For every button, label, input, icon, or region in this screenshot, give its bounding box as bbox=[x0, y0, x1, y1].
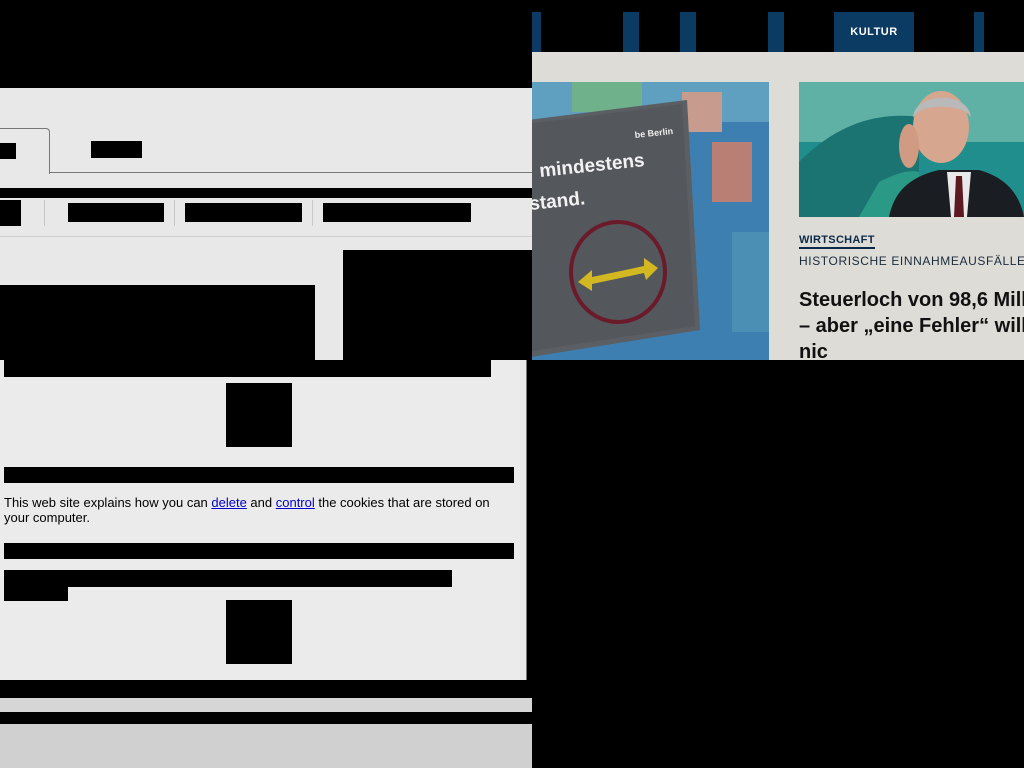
nav-item[interactable] bbox=[532, 12, 541, 52]
tab-strip-divider bbox=[50, 172, 532, 173]
status-bar bbox=[0, 724, 532, 768]
toolbar-separator bbox=[44, 200, 45, 226]
portrait-photo bbox=[799, 82, 1024, 217]
redacted-toolbar-button[interactable] bbox=[68, 203, 164, 222]
nav-item[interactable] bbox=[680, 12, 696, 52]
toolbar-separator bbox=[312, 200, 313, 226]
redacted-toolbar-button[interactable] bbox=[0, 200, 21, 226]
redacted-text-line bbox=[4, 360, 491, 377]
nav-item[interactable] bbox=[768, 12, 784, 52]
nav-item-kultur[interactable]: KULTUR bbox=[834, 12, 914, 52]
delete-cookies-link[interactable]: delete bbox=[211, 495, 246, 510]
teaser-image-portrait[interactable] bbox=[799, 82, 1024, 217]
redacted-icon bbox=[226, 383, 292, 447]
article-subkicker: HISTORISCHE EINNAHMEAUSFÄLLE bbox=[799, 254, 1024, 268]
redacted-bar bbox=[0, 188, 532, 198]
article-headline[interactable]: Steuerloch von 98,6 Milliarden – aber „e… bbox=[799, 287, 1024, 360]
redacted-tab-label bbox=[0, 143, 16, 159]
teaser-image-distance-sign[interactable]: mindestens stand. be Berlin bbox=[532, 82, 769, 360]
cookie-text-part: and bbox=[246, 495, 276, 510]
nav-item[interactable] bbox=[974, 12, 984, 52]
redacted-text-line bbox=[4, 586, 68, 601]
redacted-icon bbox=[226, 600, 292, 664]
cookie-notice-text: This web site explains how you can delet… bbox=[4, 495, 516, 525]
redacted-text-line bbox=[4, 570, 452, 587]
settings-dialog: This web site explains how you can delet… bbox=[0, 0, 532, 768]
toolbar-separator bbox=[174, 200, 175, 226]
news-page: KULTUR mindestens stand. be Berlin WIRTS… bbox=[532, 0, 1024, 360]
redacted-block bbox=[343, 250, 532, 360]
cookie-text-part: This web site explains how you can bbox=[4, 495, 212, 510]
redacted-toolbar-button[interactable] bbox=[185, 203, 302, 222]
redacted-text-line bbox=[4, 467, 514, 483]
article-kicker[interactable]: WIRTSCHAFT bbox=[799, 234, 875, 249]
distance-sign-illustration: mindestens stand. be Berlin bbox=[532, 82, 769, 360]
redacted-text-line bbox=[4, 543, 514, 559]
control-cookies-link[interactable]: control bbox=[276, 495, 315, 510]
nav-bar: KULTUR bbox=[532, 0, 1024, 52]
redacted-toolbar-button[interactable] bbox=[323, 203, 471, 222]
raised-hand bbox=[899, 124, 919, 168]
status-strip bbox=[0, 698, 532, 712]
nav-item[interactable] bbox=[623, 12, 639, 52]
redacted-tab-label[interactable] bbox=[91, 141, 142, 158]
redacted-block bbox=[0, 285, 315, 360]
